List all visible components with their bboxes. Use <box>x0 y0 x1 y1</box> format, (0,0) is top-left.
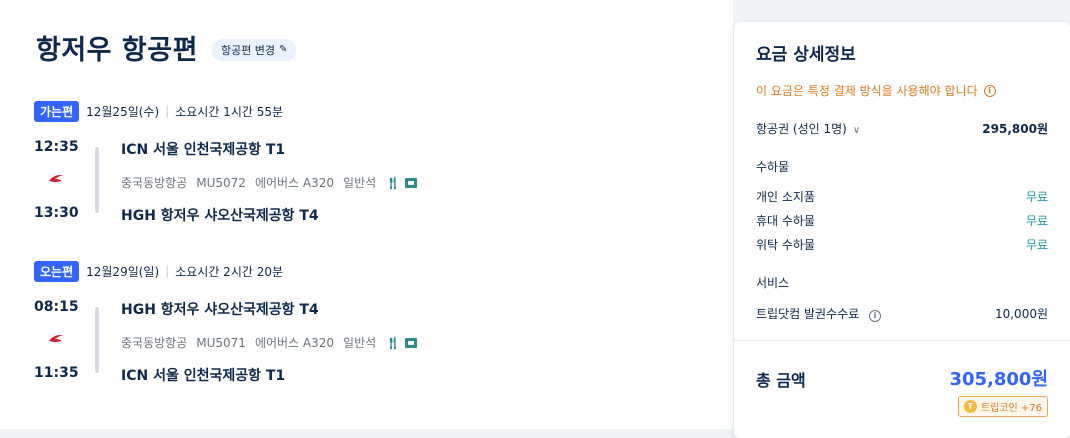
baggage-label: 위탁 수하물 <box>756 238 816 252</box>
coin-icon: T <box>963 400 977 413</box>
china-eastern-logo-icon <box>48 333 64 348</box>
inbound-timeline <box>95 307 99 373</box>
baggage-section-label: 수하물 <box>756 160 790 174</box>
outbound-header: 가는편 12월25일(수) | 소요시간 1시간 55분 <box>34 100 714 122</box>
ticket-row[interactable]: 항공권 (성인 1명) ∨ 295,800원 <box>756 120 1048 137</box>
ticket-label: 항공권 (성인 1명) <box>756 122 847 136</box>
departure-airport: HGH 항저우 샤오산국제공항 T4 <box>121 302 319 318</box>
meal-icon: 🍴︎ <box>385 335 401 350</box>
info-icon[interactable]: i <box>869 310 882 322</box>
outbound-duration: 소요시간 1시간 55분 <box>175 104 284 119</box>
outbound-flight-info: 중국동방항공 MU5072 에어버스 A320 일반석 🍴︎ <box>121 174 426 191</box>
payment-notice-text: 이 요금은 특정 결제 방식을 사용해야 합니다 <box>756 84 978 98</box>
title-row: 항저우 항공편 항공편 변경 ✎ <box>36 28 297 67</box>
divider <box>734 340 1070 341</box>
payment-notice: 이 요금은 특정 결제 방식을 사용해야 합니다 i <box>756 82 996 99</box>
trip-coin-badge: T 트립코인 +76 <box>957 396 1048 417</box>
baggage-row: 개인 소지품 무료 <box>756 188 1048 205</box>
airline-name: 중국동방항공 <box>121 336 188 350</box>
baggage-row: 위탁 수하물 무료 <box>756 236 1048 253</box>
outbound-departure: 12:35 <box>34 139 104 155</box>
service-fee-value: 10,000원 <box>994 307 1048 321</box>
arrival-airport: ICN 서울 인천국제공항 T1 <box>121 368 286 384</box>
service-fee-row: 트립닷컴 발권수수료 i 10,000원 <box>756 305 1048 322</box>
total-label: 총 금액 <box>756 371 806 390</box>
inbound-leg: 오는편 12월29일(일) | 소요시간 2시간 20분 08:15 HGH 항… <box>34 260 714 391</box>
aircraft-type: 에어버스 A320 <box>254 336 335 350</box>
page-title: 항저우 항공편 <box>36 35 198 66</box>
inbound-tag: 오는편 <box>34 260 80 282</box>
baggage-value: 무료 <box>1025 190 1048 204</box>
service-fee-label: 트립닷컴 발권수수료 <box>756 307 860 321</box>
outbound-tag: 가는편 <box>34 100 80 122</box>
baggage-label: 개인 소지품 <box>756 190 816 204</box>
service-section-label: 서비스 <box>756 276 790 290</box>
inbound-departure: 08:15 <box>34 299 104 315</box>
divider-icon: | <box>165 264 170 278</box>
inbound-duration: 소요시간 2시간 20분 <box>175 264 284 279</box>
entertainment-icon <box>405 337 418 348</box>
chevron-down-icon: ∨ <box>852 125 861 136</box>
entertainment-icon <box>405 177 418 188</box>
inbound-header: 오는편 12월29일(일) | 소요시간 2시간 20분 <box>34 260 714 282</box>
change-flight-label: 항공편 변경 <box>220 43 276 57</box>
inbound-flight-info: 중국동방항공 MU5071 에어버스 A320 일반석 🍴︎ <box>121 334 426 351</box>
inbound-arrival: 11:35 <box>34 365 104 381</box>
outbound-timeline <box>95 147 99 213</box>
flight-number: MU5071 <box>196 335 246 350</box>
change-flight-button[interactable]: 항공편 변경 ✎ <box>211 38 297 61</box>
departure-time: 12:35 <box>34 139 79 155</box>
divider-icon: | <box>165 104 170 118</box>
aircraft-type: 에어버스 A320 <box>254 176 335 190</box>
arrival-airport: HGH 항저우 샤오산국제공항 T4 <box>121 208 319 224</box>
arrival-time: 13:30 <box>34 205 79 221</box>
edit-icon: ✎ <box>279 44 288 55</box>
service-fee-label-group: 트립닷컴 발권수수료 i <box>756 305 882 322</box>
ticket-label-group: 항공권 (성인 1명) ∨ <box>756 120 860 137</box>
trip-coin-label: 트립코인 +76 <box>980 403 1042 414</box>
baggage-value: 무료 <box>1025 238 1048 252</box>
cabin-class: 일반석 <box>343 336 377 350</box>
baggage-row: 휴대 수하물 무료 <box>756 212 1048 229</box>
meal-icon: 🍴︎ <box>385 175 401 190</box>
fare-details-panel: 요금 상세정보 이 요금은 특정 결제 방식을 사용해야 합니다 i 항공권 (… <box>734 22 1070 438</box>
airline-name: 중국동방항공 <box>121 176 188 190</box>
ticket-price: 295,800원 <box>982 122 1048 136</box>
outbound-leg: 가는편 12월25일(수) | 소요시간 1시간 55분 12:35 ICN 서… <box>34 100 714 231</box>
baggage-value: 무료 <box>1025 214 1048 228</box>
outbound-arrival: 13:30 <box>34 205 104 221</box>
cabin-class: 일반석 <box>343 176 377 190</box>
itinerary-panel: 항저우 항공편 항공편 변경 ✎ 가는편 12월25일(수) | 소요시간 1시… <box>0 0 733 429</box>
outbound-date: 12월25일(수) <box>86 104 160 119</box>
flight-number: MU5072 <box>196 175 246 190</box>
inbound-date: 12월29일(일) <box>86 264 160 279</box>
departure-airport: ICN 서울 인천국제공항 T1 <box>121 142 286 158</box>
info-icon[interactable]: i <box>983 84 996 97</box>
arrival-time: 11:35 <box>34 365 79 381</box>
baggage-label: 휴대 수하물 <box>756 214 816 228</box>
total-price: 305,800원 <box>949 369 1048 390</box>
fare-title: 요금 상세정보 <box>756 45 856 65</box>
china-eastern-logo-icon <box>48 173 64 188</box>
departure-time: 08:15 <box>34 299 79 315</box>
